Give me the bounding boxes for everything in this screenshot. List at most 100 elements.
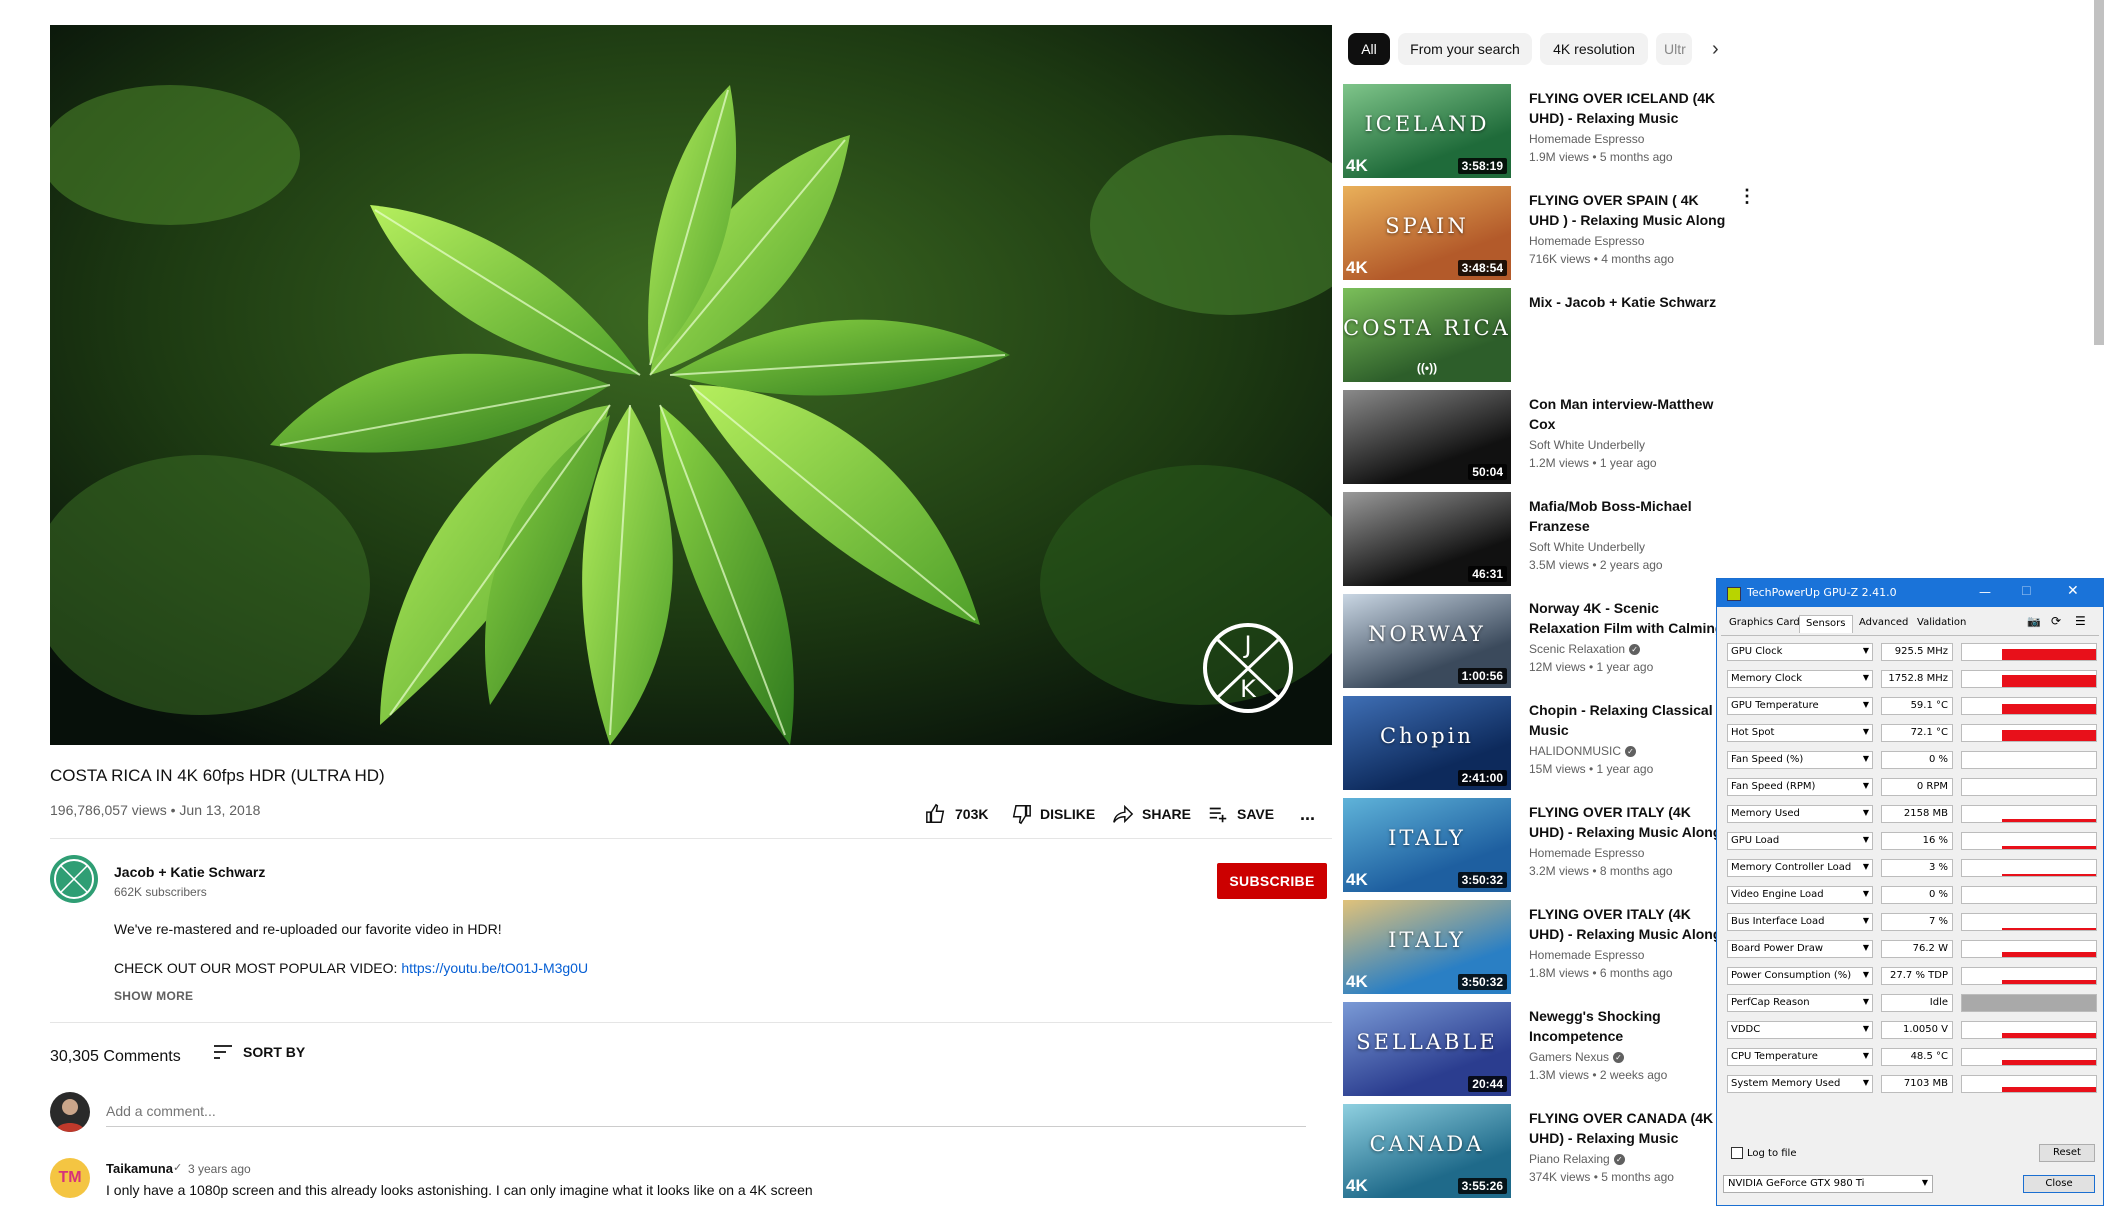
- share-button[interactable]: SHARE: [1112, 800, 1191, 828]
- log-to-file-checkbox[interactable]: Log to file: [1731, 1147, 1797, 1159]
- gpuz-window[interactable]: TechPowerUp GPU-Z 2.41.0 — ☐ ✕ Graphics …: [1716, 578, 2104, 1206]
- camera-icon[interactable]: 📷: [2027, 615, 2041, 628]
- chip-4k-resolution[interactable]: 4K resolution: [1540, 33, 1648, 65]
- recommendation-item[interactable]: 46:31 Mafia/Mob Boss-Michael Franzese So…: [1343, 492, 1743, 588]
- video-thumbnail[interactable]: 50:04: [1343, 390, 1511, 484]
- sensor-name-dropdown[interactable]: Memory Clock ▼: [1727, 670, 1873, 688]
- close-icon[interactable]: ✕: [2067, 583, 2079, 599]
- sensor-name-dropdown[interactable]: Video Engine Load ▼: [1727, 886, 1873, 904]
- channel-name[interactable]: Jacob + Katie Schwarz: [114, 864, 265, 880]
- chevron-right-icon[interactable]: ›: [1712, 38, 1719, 61]
- minimize-icon[interactable]: —: [1979, 585, 1991, 599]
- sensor-name-dropdown[interactable]: System Memory Used ▼: [1727, 1075, 1873, 1093]
- sensor-name-dropdown[interactable]: Power Consumption (%) ▼: [1727, 967, 1873, 985]
- recommendation-item[interactable]: CANADA 4K 3:55:26 FLYING OVER CANADA (4K…: [1343, 1104, 1743, 1200]
- recommendation-title[interactable]: Norway 4K - Scenic Relaxation Film with …: [1529, 598, 1729, 638]
- recommendation-channel[interactable]: Homemade Espresso: [1529, 234, 1644, 248]
- recommendation-item[interactable]: ITALY 4K 3:50:32 FLYING OVER ITALY (4K U…: [1343, 798, 1743, 894]
- video-thumbnail[interactable]: NORWAY 1:00:56: [1343, 594, 1511, 688]
- video-thumbnail[interactable]: ITALY 4K 3:50:32: [1343, 798, 1511, 892]
- sensor-name-dropdown[interactable]: PerfCap Reason ▼: [1727, 994, 1873, 1012]
- sensor-name-dropdown[interactable]: VDDC ▼: [1727, 1021, 1873, 1039]
- sensor-name-dropdown[interactable]: Fan Speed (%) ▼: [1727, 751, 1873, 769]
- user-avatar[interactable]: [50, 1092, 90, 1132]
- recommendation-channel[interactable]: Homemade Espresso: [1529, 132, 1644, 146]
- recommendation-title[interactable]: FLYING OVER CANADA (4K UHD) - Relaxing M…: [1529, 1108, 1729, 1148]
- comment-time[interactable]: 3 years ago: [188, 1162, 251, 1176]
- recommendation-item[interactable]: SPAIN 4K 3:48:54 FLYING OVER SPAIN ( 4K …: [1343, 186, 1743, 282]
- recommendation-channel[interactable]: Gamers Nexus ✓: [1529, 1050, 1625, 1064]
- recommendation-title[interactable]: FLYING OVER ITALY (4K UHD) - Relaxing Mu…: [1529, 904, 1729, 944]
- sensor-name-dropdown[interactable]: Memory Used ▼: [1727, 805, 1873, 823]
- recommendation-item[interactable]: ICELAND 4K 3:58:19 FLYING OVER ICELAND (…: [1343, 84, 1743, 180]
- recommendation-item[interactable]: Chopin 2:41:00 Chopin - Relaxing Classic…: [1343, 696, 1743, 792]
- save-button[interactable]: SAVE: [1207, 800, 1274, 828]
- kebab-menu-icon[interactable]: ⋮: [1738, 186, 1756, 207]
- recommendation-channel[interactable]: Soft White Underbelly: [1529, 540, 1645, 554]
- refresh-icon[interactable]: ⟳: [2051, 614, 2061, 628]
- tab-graphics-card[interactable]: Graphics Card: [1723, 615, 1806, 633]
- recommendation-item[interactable]: 50:04 Con Man interview-Matthew Cox Soft…: [1343, 390, 1743, 486]
- description-link[interactable]: https://youtu.be/tO01J-M3g0U: [401, 960, 588, 976]
- menu-icon[interactable]: ☰: [2075, 614, 2086, 628]
- dislike-button[interactable]: DISLIKE: [1010, 800, 1095, 828]
- comment-author-avatar[interactable]: TM: [50, 1158, 90, 1198]
- sensor-name-dropdown[interactable]: GPU Temperature ▼: [1727, 697, 1873, 715]
- comment-author[interactable]: Taikamuna: [106, 1161, 173, 1176]
- reset-button[interactable]: Reset: [2039, 1144, 2095, 1162]
- sensor-name-dropdown[interactable]: GPU Load ▼: [1727, 832, 1873, 850]
- add-comment-input[interactable]: [106, 1096, 1306, 1127]
- channel-avatar[interactable]: [50, 855, 98, 903]
- sensor-name-dropdown[interactable]: Hot Spot ▼: [1727, 724, 1873, 742]
- sort-by-button[interactable]: SORT BY: [213, 1044, 305, 1060]
- tab-sensors[interactable]: Sensors: [1799, 615, 1853, 633]
- recommendation-title[interactable]: Mix - Jacob + Katie Schwarz: [1529, 292, 1729, 312]
- recommendation-channel[interactable]: Scenic Relaxation ✓: [1529, 642, 1641, 656]
- page-scrollbar[interactable]: [2094, 0, 2104, 345]
- video-thumbnail[interactable]: Chopin 2:41:00: [1343, 696, 1511, 790]
- recommendation-item[interactable]: SELLABLE 20:44 Newegg's Shocking Incompe…: [1343, 1002, 1743, 1098]
- video-thumbnail[interactable]: 46:31: [1343, 492, 1511, 586]
- recommendation-item[interactable]: COSTA RICA ((•)) Mix - Jacob + Katie Sch…: [1343, 288, 1743, 384]
- video-thumbnail[interactable]: ICELAND 4K 3:58:19: [1343, 84, 1511, 178]
- sensor-name-dropdown[interactable]: GPU Clock ▼: [1727, 643, 1873, 661]
- video-thumbnail[interactable]: SPAIN 4K 3:48:54: [1343, 186, 1511, 280]
- tab-advanced[interactable]: Advanced: [1853, 615, 1914, 633]
- more-actions-button[interactable]: ...: [1300, 800, 1315, 828]
- recommendation-item[interactable]: ITALY 4K 3:50:32 FLYING OVER ITALY (4K U…: [1343, 900, 1743, 996]
- recommendation-item[interactable]: NORWAY 1:00:56 Norway 4K - Scenic Relaxa…: [1343, 594, 1743, 690]
- like-button[interactable]: 703K: [925, 800, 988, 828]
- chip-from-your-search[interactable]: From your search: [1398, 33, 1532, 65]
- gpuz-titlebar[interactable]: TechPowerUp GPU-Z 2.41.0 — ☐ ✕: [1717, 579, 2103, 607]
- recommendation-channel[interactable]: Homemade Espresso: [1529, 948, 1644, 962]
- video-thumbnail[interactable]: COSTA RICA ((•)): [1343, 288, 1511, 382]
- sensor-name-dropdown[interactable]: Bus Interface Load ▼: [1727, 913, 1873, 931]
- recommendation-title[interactable]: Con Man interview-Matthew Cox: [1529, 394, 1729, 434]
- chip-all[interactable]: All: [1348, 33, 1390, 65]
- gpu-select-dropdown[interactable]: NVIDIA GeForce GTX 980 Ti ▼: [1723, 1175, 1933, 1193]
- recommendation-title[interactable]: Mafia/Mob Boss-Michael Franzese: [1529, 496, 1729, 536]
- maximize-icon[interactable]: ☐: [2021, 584, 2032, 598]
- close-button[interactable]: Close: [2023, 1175, 2095, 1193]
- sensor-name-dropdown[interactable]: Fan Speed (RPM) ▼: [1727, 778, 1873, 796]
- recommendation-title[interactable]: FLYING OVER ITALY (4K UHD) - Relaxing Mu…: [1529, 802, 1729, 842]
- recommendation-channel[interactable]: Homemade Espresso: [1529, 846, 1644, 860]
- recommendation-title[interactable]: FLYING OVER SPAIN ( 4K UHD ) - Relaxing …: [1529, 190, 1729, 230]
- sensor-name-dropdown[interactable]: CPU Temperature ▼: [1727, 1048, 1873, 1066]
- video-thumbnail[interactable]: ITALY 4K 3:50:32: [1343, 900, 1511, 994]
- show-more-button[interactable]: SHOW MORE: [114, 989, 193, 1003]
- sensor-name-dropdown[interactable]: Memory Controller Load ▼: [1727, 859, 1873, 877]
- recommendation-channel[interactable]: Piano Relaxing ✓: [1529, 1152, 1625, 1166]
- recommendation-channel[interactable]: HALIDONMUSIC ✓: [1529, 744, 1637, 758]
- video-player[interactable]: J K: [50, 25, 1332, 745]
- video-thumbnail[interactable]: CANADA 4K 3:55:26: [1343, 1104, 1511, 1198]
- tab-validation[interactable]: Validation: [1911, 615, 1972, 633]
- video-thumbnail[interactable]: SELLABLE 20:44: [1343, 1002, 1511, 1096]
- recommendation-title[interactable]: Chopin - Relaxing Classical Music: [1529, 700, 1729, 740]
- recommendation-channel[interactable]: Soft White Underbelly: [1529, 438, 1645, 452]
- subscribe-button[interactable]: SUBSCRIBE: [1217, 863, 1327, 899]
- sensor-name-dropdown[interactable]: Board Power Draw ▼: [1727, 940, 1873, 958]
- recommendation-title[interactable]: Newegg's Shocking Incompetence: [1529, 1006, 1729, 1046]
- recommendation-title[interactable]: FLYING OVER ICELAND (4K UHD) - Relaxing …: [1529, 88, 1729, 128]
- chip-ultra-hd[interactable]: Ultr: [1656, 33, 1692, 65]
